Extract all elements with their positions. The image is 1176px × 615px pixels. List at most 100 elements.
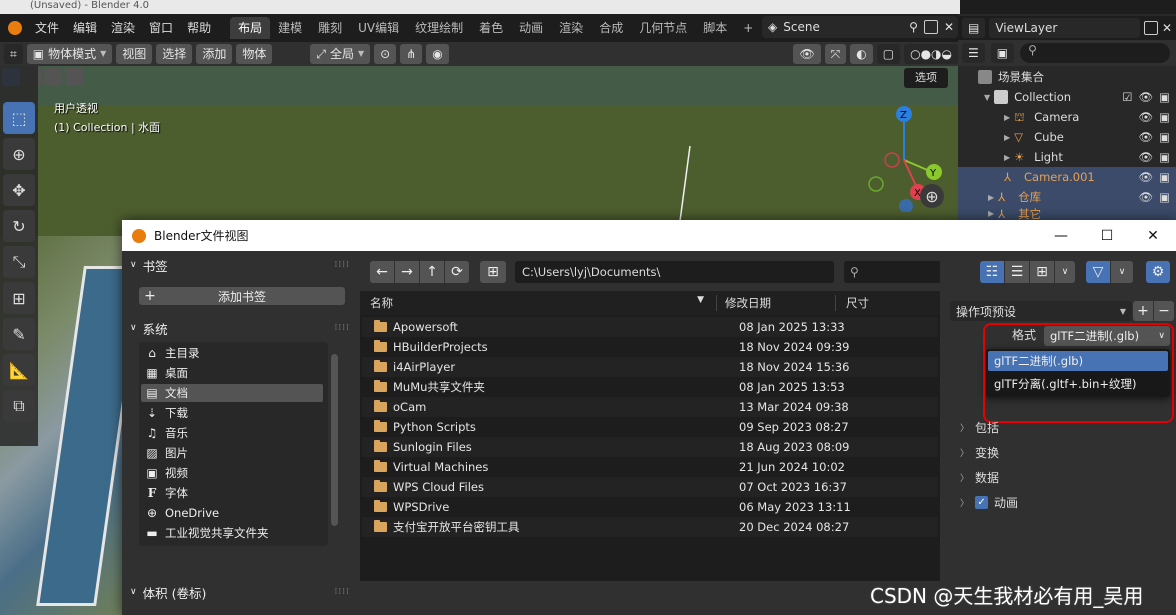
file-row[interactable]: HBuilderProjects 18 Nov 2024 09:39 (362, 337, 938, 357)
sidebar-item-pictures[interactable]: ▨ 图片 (141, 444, 323, 462)
camera-render-icon[interactable]: ▣ (1159, 110, 1170, 124)
file-row[interactable]: Virtual Machines 21 Jun 2024 10:02 (362, 457, 938, 477)
view-layer-field[interactable]: ViewLayer (989, 18, 1140, 38)
chevron-down-icon[interactable]: ∨ (1111, 261, 1133, 283)
remove-preset-icon[interactable]: − (1154, 301, 1174, 321)
tab-shading[interactable]: 着色 (471, 17, 511, 39)
outliner-row-camera-001[interactable]: ⅄ Camera.001 👁 ▣ (958, 167, 1176, 187)
drag-handle-icon[interactable]: ⁞⁞⁞⁞ (335, 260, 350, 270)
outliner-row-cube[interactable]: ▶ ▽ Cube 👁 ▣ (958, 127, 1176, 147)
options-button[interactable]: 选项 (904, 68, 948, 88)
shading-icons[interactable]: ○●◑◒ (904, 44, 958, 64)
outliner-search[interactable]: ⚲ (1020, 43, 1170, 63)
add-bookmark-button[interactable]: + 添加书签 (139, 287, 345, 305)
tab-texture-paint[interactable]: 纹理绘制 (407, 17, 471, 39)
3d-viewport[interactable]: 用户透视 (1) Collection | 水面 Z Y X ⊕ (0, 66, 958, 236)
menu-select[interactable]: 选择 (156, 44, 193, 64)
file-row[interactable]: i4AirPlayer 18 Nov 2024 15:36 (362, 357, 938, 377)
file-row[interactable]: WPSDrive 06 May 2023 13:11 (362, 497, 938, 517)
measure-icon[interactable]: 📐 (3, 354, 35, 386)
expand-icon[interactable]: ▶ (1004, 113, 1010, 122)
file-row[interactable]: 支付宝开放平台密钥工具 20 Dec 2024 08:27 (362, 517, 938, 537)
tab-animation[interactable]: 动画 (511, 17, 551, 39)
sidebar-item-fonts[interactable]: F 字体 (141, 484, 323, 502)
column-size[interactable]: 尺寸 (836, 295, 869, 311)
file-row[interactable]: Apowersoft 08 Jan 2025 13:33 (362, 317, 938, 337)
expand-icon[interactable]: ▶ (988, 193, 994, 202)
sidebar-item-music[interactable]: ♫ 音乐 (141, 424, 323, 442)
scene-name[interactable]: Scene (783, 20, 903, 34)
column-modified[interactable]: 修改日期 (717, 295, 835, 311)
forward-icon[interactable]: → (395, 261, 419, 283)
xray-icon[interactable]: ▢ (876, 44, 901, 64)
menu-window[interactable]: 窗口 (142, 14, 180, 42)
pivot-icon[interactable]: ⊙ (374, 44, 397, 64)
outliner-row-collection[interactable]: ▼ Collection ☑ 👁 ▣ (958, 87, 1176, 107)
proportional-edit-icon[interactable]: ◉ (426, 44, 449, 64)
scale-icon[interactable]: ⤡ (3, 246, 35, 278)
checkbox-icon[interactable]: ☑ (1122, 90, 1132, 104)
visibility-icon[interactable]: 👁 (793, 44, 821, 64)
snap-icon[interactable]: ⋔ (400, 44, 423, 64)
tab-sculpting[interactable]: 雕刻 (310, 17, 350, 39)
section-animation[interactable]: 〉 ✓ 动画 (960, 492, 1018, 512)
back-icon[interactable]: ← (370, 261, 394, 283)
tab-scripting[interactable]: 脚本 (695, 17, 735, 39)
move-icon[interactable]: ✥ (3, 174, 35, 206)
menu-view[interactable]: 视图 (116, 44, 153, 64)
menu-object[interactable]: 物体 (236, 44, 273, 64)
drag-handle-icon[interactable]: ⁞⁞⁞⁞ (335, 323, 350, 333)
section-data[interactable]: 〉数据 (960, 467, 999, 487)
select-invert-icon[interactable] (65, 68, 83, 86)
volumes-panel-header[interactable]: ∨ 体积 (卷标) ⁞⁞⁞⁞ (130, 581, 350, 603)
sidebar-item-videos[interactable]: ▣ 视频 (141, 464, 323, 482)
sidebar-item-downloads[interactable]: ⇣ 下载 (141, 404, 323, 422)
section-transform[interactable]: 〉变换 (960, 442, 999, 462)
camera-render-icon[interactable]: ▣ (1159, 190, 1170, 204)
mode-dropdown[interactable]: ▣ 物体模式 ▼ (26, 44, 113, 64)
overlay-icon[interactable]: ◐ (850, 44, 873, 64)
scene-selector[interactable]: ◈ Scene ⚲ ✕ (762, 16, 958, 38)
dialog-titlebar[interactable]: Blender文件视图 — ☐ ✕ (122, 220, 1176, 251)
new-layer-icon[interactable] (1143, 21, 1158, 35)
checkbox-checked-icon[interactable]: ✓ (975, 495, 989, 509)
zoom-icon[interactable]: ⊕ (920, 184, 944, 208)
new-folder-icon[interactable]: ⊞ (480, 261, 506, 283)
menu-edit[interactable]: 编辑 (66, 14, 104, 42)
eye-icon[interactable]: 👁 (1139, 150, 1154, 164)
menu-file[interactable]: 文件 (28, 14, 66, 42)
settings-gear-icon[interactable]: ⚙ (1146, 261, 1170, 283)
sort-down-icon[interactable]: ▼ (697, 295, 704, 305)
parent-dir-icon[interactable]: ↑ (420, 261, 444, 283)
camera-render-icon[interactable]: ▣ (1159, 170, 1170, 184)
eye-icon[interactable]: 👁 (1139, 110, 1154, 124)
menu-help[interactable]: 帮助 (180, 14, 218, 42)
editor-type-icon[interactable]: ⌗ (4, 44, 23, 64)
sidebar-item-desktop[interactable]: ▦ 桌面 (141, 364, 323, 382)
close-icon[interactable]: ✕ (1162, 21, 1172, 35)
pin-icon[interactable]: ⚲ (909, 20, 918, 34)
expand-icon[interactable]: ▶ (988, 209, 994, 218)
camera-render-icon[interactable]: ▣ (1159, 130, 1170, 144)
display-mode-icon[interactable]: ☰ (962, 43, 985, 63)
file-row[interactable]: Python Scripts 09 Sep 2023 08:27 (362, 417, 938, 437)
eye-icon[interactable]: 👁 (1139, 90, 1154, 104)
rotate-icon[interactable]: ↻ (3, 210, 35, 242)
horizontal-list-icon[interactable]: ☰ (1005, 261, 1029, 283)
tab-modeling[interactable]: 建模 (270, 17, 310, 39)
expand-icon[interactable]: ▶ (1004, 133, 1010, 142)
file-row[interactable]: MuMu共享文件夹 08 Jan 2025 13:53 (362, 377, 938, 397)
operator-presets-dropdown[interactable]: 操作项预设 ▼ (950, 301, 1132, 321)
tab-rendering[interactable]: 渲染 (551, 17, 591, 39)
drag-handle-icon[interactable]: ⁞⁞⁞⁞ (335, 587, 350, 597)
select-subtract-icon[interactable] (44, 68, 62, 86)
camera-render-icon[interactable]: ▣ (1159, 90, 1170, 104)
file-row[interactable]: Sunlogin Files 18 Aug 2023 08:09 (362, 437, 938, 457)
outliner-row-camera[interactable]: ▶ ⛫ Camera 👁 ▣ (958, 107, 1176, 127)
thumbnails-icon[interactable]: ⊞ (1030, 261, 1054, 283)
column-name[interactable]: 名称 ▼ (360, 295, 716, 311)
system-panel-header[interactable]: ∨ 系统 ⁞⁞⁞⁞ (130, 317, 350, 339)
cursor-icon[interactable]: ⊕ (3, 138, 35, 170)
tab-uv-editing[interactable]: UV编辑 (350, 17, 407, 39)
sidebar-scrollbar[interactable] (331, 354, 338, 526)
